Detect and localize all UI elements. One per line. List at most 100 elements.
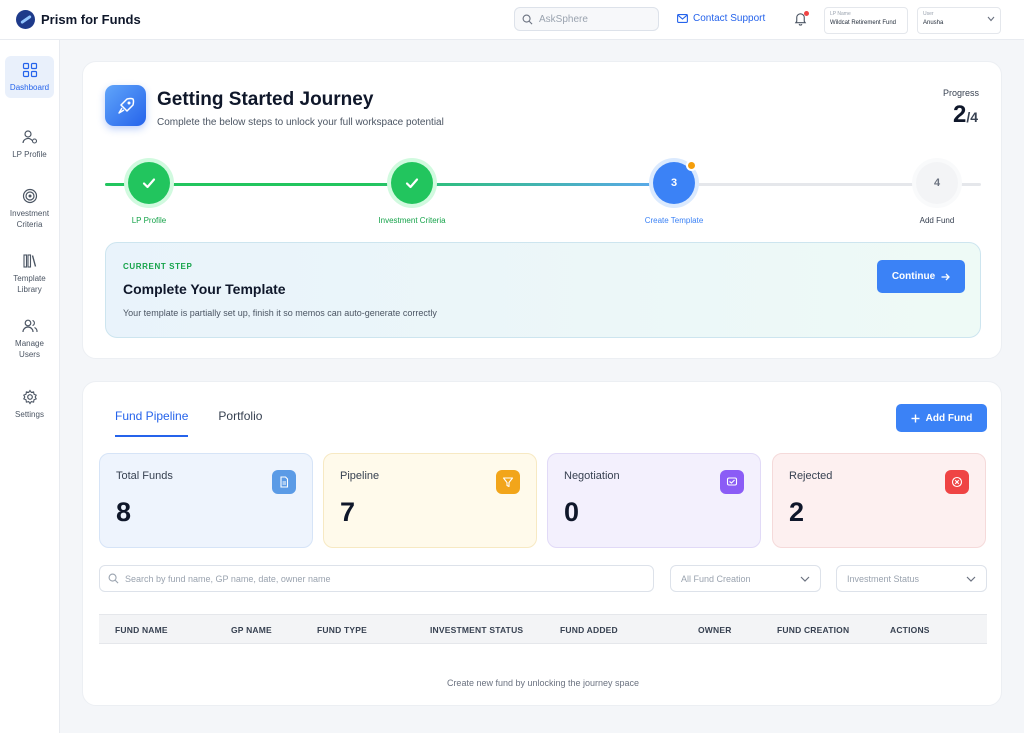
user-caption: User [923, 11, 934, 17]
column-header-fund-creation[interactable]: FUND CREATION [777, 625, 849, 635]
column-header-owner[interactable]: OWNER [698, 625, 732, 635]
app-name: Prism for Funds [41, 12, 141, 27]
user-menu[interactable]: User Anusha [917, 7, 1001, 34]
continue-button-label: Continue [891, 271, 936, 282]
add-fund-button[interactable]: Add Fund [896, 404, 987, 432]
users-icon [21, 319, 38, 333]
fund-search-placeholder: Search by fund name, GP name, date, owne… [125, 573, 331, 584]
sidebar-item-label: Settings [15, 410, 44, 419]
lp-name-value: Wildcat Retirement Fund [830, 20, 897, 26]
current-step-title: Complete Your Template [123, 281, 286, 297]
user-settings-icon [21, 130, 37, 144]
mail-icon [677, 14, 688, 23]
fund-search-input[interactable]: Search by fund name, GP name, date, owne… [99, 565, 654, 592]
lp-name-selector[interactable]: LP Name Wildcat Retirement Fund [824, 7, 908, 34]
journey-title: Getting Started Journey [157, 89, 374, 110]
stat-card-negotiation[interactable]: Negotiation 0 [547, 453, 761, 548]
progress-counter: 2/4 [953, 101, 978, 129]
sidebar-item-lp-profile[interactable]: LP Profile [5, 129, 54, 160]
search-icon [522, 14, 533, 24]
chevron-down-icon [966, 576, 976, 582]
filter-icon [496, 470, 520, 494]
contact-support-label: Contact Support [693, 13, 766, 24]
fund-creation-filter[interactable]: All Fund Creation [670, 565, 821, 592]
current-step-description: Your template is partially set up, finis… [123, 308, 437, 318]
chevron-down-icon [987, 16, 995, 22]
user-name: Anusha [923, 20, 944, 26]
stat-label: Total Funds [116, 470, 173, 482]
asksphere-search-input[interactable]: AskSphere [514, 7, 659, 31]
handshake-icon [720, 470, 744, 494]
lp-name-caption: LP Name [830, 11, 851, 17]
stat-card-pipeline[interactable]: Pipeline 7 [323, 453, 537, 548]
progress-label: Progress [942, 88, 979, 98]
chevron-down-icon [800, 576, 810, 582]
sidebar-item-settings[interactable]: Settings [5, 389, 54, 420]
sidebar: Dashboard LP Profile Investment Criteria… [0, 40, 60, 733]
tab-portfolio[interactable]: Portfolio [218, 409, 262, 437]
sidebar-item-template-library[interactable]: Template Library [5, 253, 54, 295]
notifications-button[interactable] [793, 11, 809, 27]
sidebar-item-label: Template Library [13, 274, 46, 294]
top-bar: Prism for Funds AskSphere Contact Suppor… [0, 0, 1024, 40]
stat-card-rejected[interactable]: Rejected 2 [772, 453, 986, 548]
funds-table-header: FUND NAME GP NAME FUND TYPE INVESTMENT S… [99, 614, 987, 644]
pipeline-tabs: Fund Pipeline Portfolio [115, 409, 262, 437]
check-icon [405, 178, 419, 189]
prism-logo-icon [16, 10, 35, 29]
current-step-caption: CURRENT STEP [123, 262, 193, 271]
stat-value: 0 [564, 497, 580, 527]
sidebar-item-dashboard[interactable]: Dashboard [5, 56, 54, 98]
step-3-create-template[interactable]: 3 [653, 160, 697, 204]
column-header-actions[interactable]: ACTIONS [890, 625, 930, 635]
brand[interactable]: Prism for Funds [16, 10, 141, 29]
grid-icon [22, 62, 37, 78]
stat-label: Pipeline [340, 470, 380, 482]
library-icon [22, 254, 36, 268]
getting-started-card: Getting Started Journey Complete the bel… [82, 61, 1002, 359]
document-icon [272, 470, 296, 494]
arrow-right-icon [941, 273, 951, 280]
stat-card-total-funds[interactable]: Total Funds 8 [99, 453, 313, 548]
step-2-investment-criteria[interactable] [391, 162, 433, 204]
tab-fund-pipeline[interactable]: Fund Pipeline [115, 409, 189, 437]
notification-dot [804, 11, 809, 16]
fund-creation-filter-value: All Fund Creation [681, 573, 751, 584]
progress-value: 2 [952, 101, 967, 128]
target-icon [22, 188, 37, 204]
contact-support-link[interactable]: Contact Support [677, 13, 765, 24]
continue-button[interactable]: Continue [877, 260, 965, 293]
column-header-gp-name[interactable]: GP NAME [231, 625, 272, 635]
step-4-add-fund[interactable]: 4 [916, 162, 958, 204]
stat-value: 8 [116, 497, 132, 527]
progress-total: /4 [966, 109, 978, 125]
search-icon [108, 573, 119, 584]
stat-value: 2 [789, 497, 805, 527]
gear-icon [22, 389, 37, 405]
column-header-investment-status[interactable]: INVESTMENT STATUS [430, 625, 523, 635]
sidebar-item-manage-users[interactable]: Manage Users [5, 318, 54, 360]
investment-status-filter[interactable]: Investment Status [836, 565, 987, 592]
column-header-fund-added[interactable]: FUND ADDED [560, 625, 618, 635]
search-placeholder: AskSphere [539, 13, 588, 25]
step-number: 4 [933, 177, 941, 189]
step-1-lp-profile[interactable] [128, 162, 170, 204]
empty-table-message: Create new fund by unlocking the journey… [446, 678, 640, 688]
close-circle-icon [945, 470, 969, 494]
step-notification-dot [686, 160, 697, 171]
stat-label: Negotiation [564, 470, 620, 482]
plus-icon [911, 414, 920, 422]
fund-pipeline-card: Fund Pipeline Portfolio Add Fund Total F… [82, 381, 1002, 706]
journey-subtitle: Complete the below steps to unlock your … [157, 117, 444, 128]
sidebar-item-investment-criteria[interactable]: Investment Criteria [5, 188, 54, 230]
step-label-create-template: Create Template [644, 216, 704, 225]
step-label-lp-profile: LP Profile [131, 216, 167, 225]
add-fund-label: Add Fund [925, 412, 973, 424]
step-label-investment-criteria: Investment Criteria [378, 216, 446, 225]
column-header-fund-type[interactable]: FUND TYPE [317, 625, 367, 635]
current-step-panel: CURRENT STEP Complete Your Template Your… [105, 242, 981, 338]
sidebar-item-label: Manage Users [15, 339, 44, 359]
step-label-add-fund: Add Fund [919, 216, 955, 225]
step-number: 3 [670, 177, 678, 189]
column-header-fund-name[interactable]: FUND NAME [115, 625, 168, 635]
